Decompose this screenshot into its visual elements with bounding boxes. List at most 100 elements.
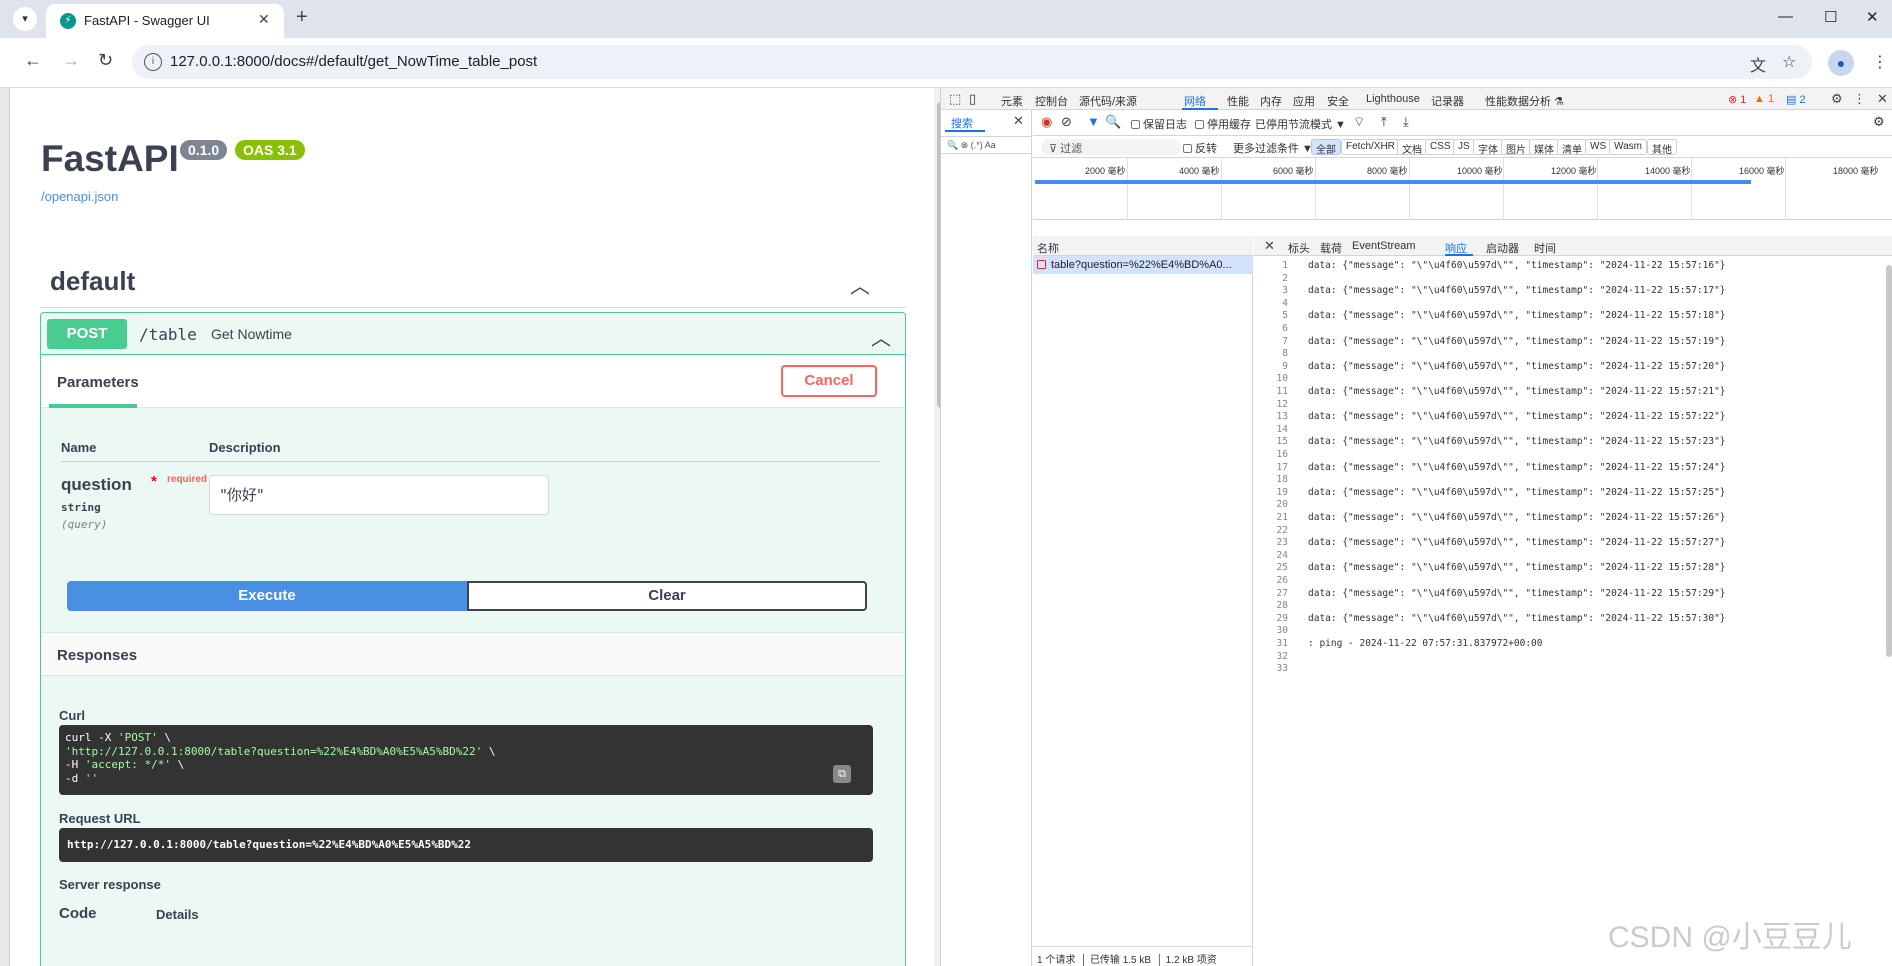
export-har-icon[interactable]: ⤓ [1403,114,1409,130]
forward-arrow-icon[interactable]: → [62,50,80,71]
detail-tab[interactable]: 载荷 [1320,240,1342,256]
filter-type[interactable]: JS [1453,139,1475,155]
filter-type[interactable]: WS [1585,139,1612,155]
inspect-element-icon[interactable]: ⬚ [949,91,961,107]
search-options[interactable]: (.*) Aa [971,140,996,150]
device-toolbar-icon[interactable]: ▯ [969,91,976,107]
filter-type[interactable]: 清单 [1557,139,1587,156]
filter-type[interactable]: Wasm [1609,139,1647,155]
fastapi-favicon-icon: ⚡ [60,13,76,29]
filter-type[interactable]: CSS [1425,139,1456,155]
code-line: 13 data: {"message": "\"\u4f60\u597d\"", … [1254,411,1892,424]
disable-cache-checkbox[interactable]: 停用缓存 [1195,116,1251,132]
record-icon[interactable]: ◉ [1041,114,1052,130]
devtools-tab[interactable]: Lighthouse [1366,93,1420,105]
chevron-up-icon[interactable]: ︿ [850,270,870,299]
tab-underline [49,404,137,408]
devtools-tab[interactable]: 控制台 [1035,93,1068,109]
tab-search-button[interactable]: ▾ [13,7,37,31]
response-scrollbar[interactable] [1886,265,1892,657]
devtools-tab-network[interactable]: 网络 [1184,93,1206,109]
tab-close-icon[interactable]: ✕ [258,11,270,28]
filter-input[interactable]: ⊽ 过滤 [1041,139,1181,155]
search-icon[interactable]: 🔍 [1105,114,1121,130]
filter-type[interactable]: 文档 [1397,139,1427,156]
openapi-json-link[interactable]: /openapi.json [41,189,118,204]
line-content: data: {"message": "\"\u4f60\u597d\"", "t… [1308,461,1726,473]
preserve-log-checkbox[interactable]: 保留日志 [1131,116,1187,132]
line-number: 22 [1276,524,1288,536]
gear-icon[interactable]: ⚙ [1831,91,1843,107]
active-tab[interactable]: ⚡ FastAPI - Swagger UI ✕ [46,4,284,38]
operation-summary[interactable]: POST /table Get Nowtime ︿ [41,313,905,355]
clear-button[interactable]: Clear [467,581,867,611]
devtools-tab[interactable]: 内存 [1260,93,1282,109]
request-row[interactable]: table?question=%22%E4%BD%A0... [1033,256,1253,274]
tab-parameters[interactable]: Parameters [57,374,139,391]
filter-type[interactable]: 媒体 [1529,139,1559,156]
browser-tab-strip: ▾ ⚡ FastAPI - Swagger UI ✕ + — ☐ ✕ [0,0,1892,38]
bookmark-star-icon[interactable]: ☆ [1782,52,1796,72]
code-line: 20 [1254,499,1892,512]
devtools-tab[interactable]: 性能数据分析 ⚗ [1485,93,1564,109]
site-info-icon[interactable]: i [144,53,162,71]
back-arrow-icon[interactable]: ← [24,50,42,71]
profile-avatar-icon[interactable]: ● [1828,50,1854,76]
devtools-tab[interactable]: 元素 [1001,93,1023,109]
reload-icon[interactable]: ↻ [98,50,113,71]
devtools-tab[interactable]: 性能 [1227,93,1249,109]
response-code-view[interactable]: 1 data: {"message": "\"\u4f60\u597d\"", "… [1254,256,1892,946]
cancel-button[interactable]: Cancel [781,365,877,397]
detail-tab[interactable]: EventStream [1352,240,1416,252]
network-timeline-overview[interactable]: 2000 毫秒 4000 毫秒 6000 毫秒 8000 毫秒 10000 毫秒… [1033,158,1892,220]
detail-tab[interactable]: 时间 [1534,240,1556,256]
tab-search[interactable]: 搜索 [951,115,973,131]
devtools-tab[interactable]: 记录器 [1431,93,1464,109]
more-options-icon[interactable]: ⋮ [1853,91,1866,107]
url-text[interactable]: 127.0.0.1:8000/docs#/default/get_NowTime… [170,53,537,70]
devtools-tab[interactable]: 应用 [1293,93,1315,109]
filter-type-all[interactable]: 全部 [1311,139,1341,156]
maximize-icon[interactable]: ☐ [1824,8,1837,26]
request-url-box[interactable]: http://127.0.0.1:8000/table?question=%22… [59,828,873,862]
code-line: 21 data: {"message": "\"\u4f60\u597d\"", … [1254,512,1892,525]
execute-button[interactable]: Execute [67,581,467,611]
curl-code-block[interactable]: curl -X 'POST' \ 'http://127.0.0.1:8000/… [59,725,873,795]
address-bar[interactable]: i 127.0.0.1:8000/docs#/default/get_NowTi… [132,45,1812,79]
minimize-icon[interactable]: — [1778,8,1793,25]
translate-icon[interactable]: 文 [1750,52,1766,76]
clear-log-icon[interactable]: ⊘ [1061,114,1072,130]
filter-type[interactable]: 其他 [1647,139,1677,156]
import-har-icon[interactable]: ⤒ [1381,114,1387,130]
line-number: 7 [1282,335,1288,347]
detail-tab[interactable]: 标头 [1288,240,1310,256]
chevron-up-icon[interactable]: ︿ [871,322,891,351]
invert-checkbox[interactable]: 反转 [1183,140,1217,156]
close-icon[interactable]: ✕ [1013,113,1024,129]
detail-tab[interactable]: 启动器 [1486,240,1519,256]
warning-count-badge[interactable]: ▲ 1 [1754,93,1774,105]
devtools-tab[interactable]: 源代码/来源 [1079,93,1137,109]
search-input[interactable]: 🔍 ⊗ (.*) Aa [941,136,1032,154]
more-filters-select[interactable]: 更多过滤条件 ▼ [1233,140,1313,156]
new-tab-button[interactable]: + [296,6,308,29]
filter-icon[interactable]: ▼ [1087,114,1100,129]
devtools-tab[interactable]: 安全 [1327,93,1349,109]
filter-type[interactable]: 图片 [1501,139,1531,156]
copy-to-clipboard-icon[interactable]: ⧉ [833,765,851,783]
throttle-select[interactable]: 已停用节流模式 ▼ [1255,116,1346,132]
tag-title[interactable]: default [50,266,135,297]
message-count-badge[interactable]: ▤ 2 [1786,93,1806,106]
question-input[interactable]: "你好" [209,475,549,515]
column-header-name[interactable]: 名称 [1033,236,1253,256]
error-count-badge[interactable]: ⊗ 1 [1728,93,1746,106]
network-conditions-icon[interactable]: ⌔ [1353,114,1365,130]
close-icon[interactable]: ✕ [1264,238,1275,254]
filter-type[interactable]: Fetch/XHR [1341,139,1400,155]
close-icon[interactable]: ✕ [1877,91,1888,107]
window-close-icon[interactable]: ✕ [1866,8,1879,26]
line-number: 23 [1276,537,1288,549]
filter-type[interactable]: 字体 [1473,139,1503,156]
gear-icon[interactable]: ⚙ [1873,114,1885,130]
browser-menu-icon[interactable]: ⋮ [1872,52,1888,72]
